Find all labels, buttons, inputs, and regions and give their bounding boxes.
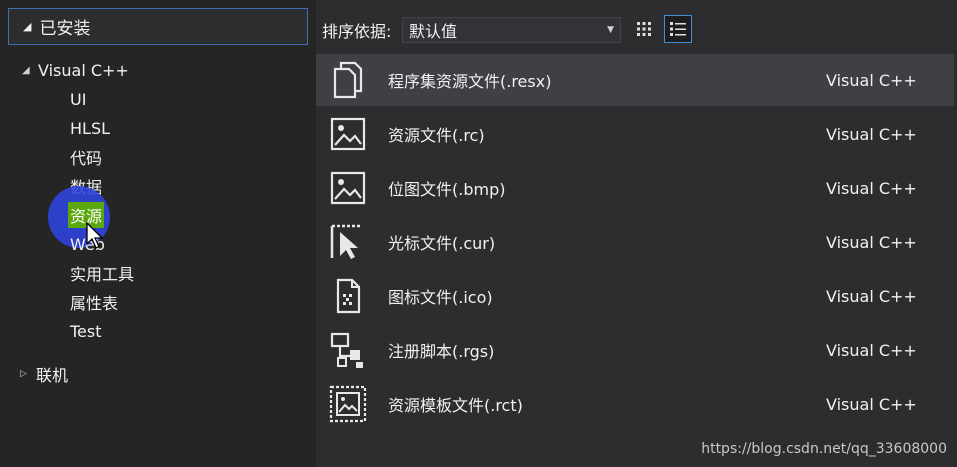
tree-node-label: 联机 — [36, 366, 69, 385]
template-name: 图标文件(.ico) — [388, 288, 493, 307]
template-item-ico[interactable]: 图标文件(.ico) Visual C++ — [316, 270, 954, 322]
resource-template-icon — [329, 385, 367, 423]
grid-view-icon — [637, 22, 651, 36]
sort-label: 排序依据: — [322, 22, 392, 41]
template-language: Visual C++ — [826, 340, 917, 360]
list-view-icon — [670, 22, 686, 36]
cursor-file-icon — [330, 224, 362, 259]
registry-script-icon — [330, 332, 363, 368]
template-name: 位图文件(.bmp) — [388, 180, 506, 199]
expand-triangle-icon: ◢ — [23, 20, 32, 33]
template-item-rgs[interactable]: 注册脚本(.rgs) Visual C++ — [316, 324, 954, 376]
template-name: 资源文件(.rc) — [388, 126, 485, 145]
tree-node-label: HLSL — [70, 118, 111, 138]
template-language: Visual C++ — [826, 178, 917, 198]
tree-node-property-sheets[interactable]: 属性表 — [68, 288, 120, 316]
tree-node-label: Visual C++ — [38, 60, 129, 80]
tree-node-label: UI — [70, 89, 87, 109]
tree-node-label: Test — [70, 321, 102, 341]
template-item-rct[interactable]: 资源模板文件(.rct) Visual C++ — [316, 378, 954, 430]
expanded-triangle-icon: ◢ — [22, 64, 30, 76]
sort-toolbar: 排序依据: 默认值 ▼ — [316, 0, 957, 56]
small-icons-view-button[interactable] — [630, 15, 658, 43]
template-name: 程序集资源文件(.resx) — [388, 72, 552, 91]
collapsed-triangle-icon: ▷ — [20, 369, 27, 379]
bitmap-file-icon — [330, 171, 366, 205]
resx-file-icon — [333, 61, 363, 99]
template-name: 注册脚本(.rgs) — [388, 342, 495, 361]
sort-value: 默认值 — [409, 22, 458, 41]
chevron-down-icon: ▼ — [607, 25, 614, 35]
template-item-bmp[interactable]: 位图文件(.bmp) Visual C++ — [316, 162, 954, 214]
tree-node-visual-cpp[interactable]: ◢ Visual C++ — [22, 56, 131, 84]
tree-node-online[interactable]: ▷ 联机 — [20, 360, 70, 388]
template-item-cur[interactable]: 光标文件(.cur) Visual C++ — [316, 216, 954, 268]
installed-label: 已安装 — [39, 19, 91, 39]
tree-node-utilities[interactable]: 实用工具 — [68, 259, 136, 287]
image-file-icon — [330, 117, 366, 151]
template-item-resx[interactable]: 程序集资源文件(.resx) Visual C++ — [316, 54, 954, 106]
watermark-url: https://blog.csdn.net/qq_33608000 — [701, 441, 947, 457]
sort-dropdown[interactable]: 默认值 ▼ — [402, 17, 621, 43]
list-view-button[interactable] — [664, 15, 692, 43]
tree-node-hlsl[interactable]: HLSL — [68, 114, 112, 142]
template-language: Visual C++ — [826, 232, 917, 252]
installed-header[interactable]: ◢ 已安装 — [8, 8, 308, 45]
template-language: Visual C++ — [826, 70, 917, 90]
template-list: 程序集资源文件(.resx) Visual C++ 资源文件(.rc) Visu… — [316, 54, 957, 467]
template-name: 资源模板文件(.rct) — [388, 396, 523, 415]
tree-node-ui[interactable]: UI — [68, 85, 88, 113]
tree-node-code[interactable]: 代码 — [68, 143, 104, 171]
template-language: Visual C++ — [826, 394, 917, 414]
tree-node-label: 代码 — [70, 149, 103, 168]
icon-file-icon — [336, 278, 361, 314]
template-item-rc[interactable]: 资源文件(.rc) Visual C++ — [316, 108, 954, 160]
template-tree-panel: ◢ 已安装 ◢ Visual C++ UI HLSL 代码 数据 资源 Web — [0, 0, 316, 467]
tree-node-label: 属性表 — [70, 294, 119, 313]
template-language: Visual C++ — [826, 124, 917, 144]
template-language: Visual C++ — [826, 286, 917, 306]
template-name: 光标文件(.cur) — [388, 234, 496, 253]
tree-node-label: 实用工具 — [70, 265, 135, 284]
mouse-pointer-icon — [86, 222, 104, 249]
tree-node-test[interactable]: Test — [68, 317, 104, 345]
